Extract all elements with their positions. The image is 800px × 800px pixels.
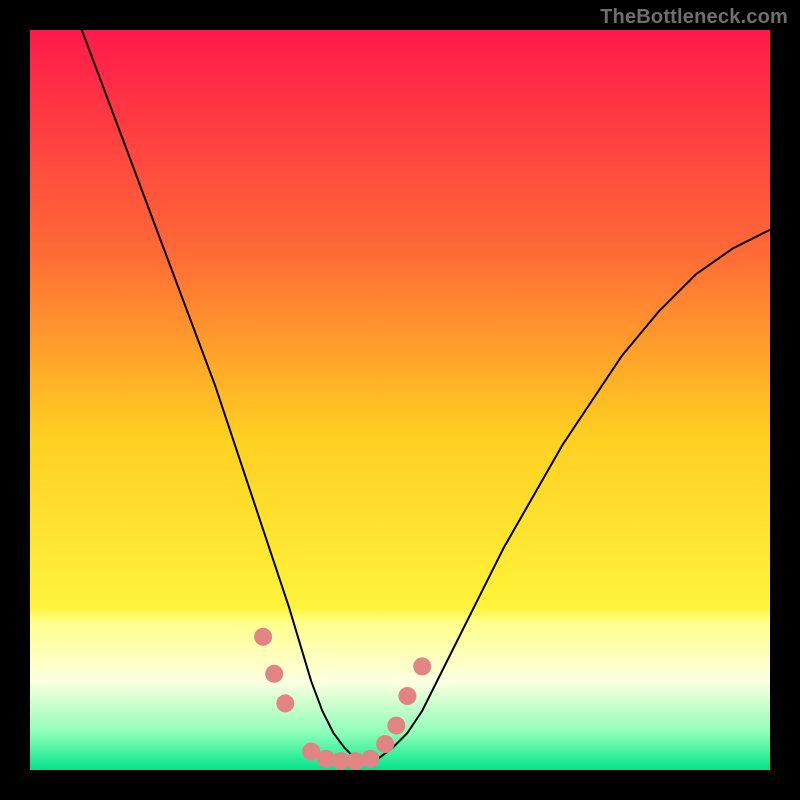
plot-area <box>30 30 770 770</box>
data-marker <box>376 735 394 753</box>
data-marker <box>398 687 416 705</box>
plot-background <box>30 30 770 770</box>
data-marker <box>361 750 379 768</box>
plot-svg <box>30 30 770 770</box>
data-marker <box>413 657 431 675</box>
watermark-text: TheBottleneck.com <box>600 6 788 29</box>
data-marker <box>387 717 405 735</box>
data-marker <box>276 694 294 712</box>
data-marker <box>265 665 283 683</box>
chart-frame: TheBottleneck.com <box>0 0 800 800</box>
data-marker <box>254 628 272 646</box>
